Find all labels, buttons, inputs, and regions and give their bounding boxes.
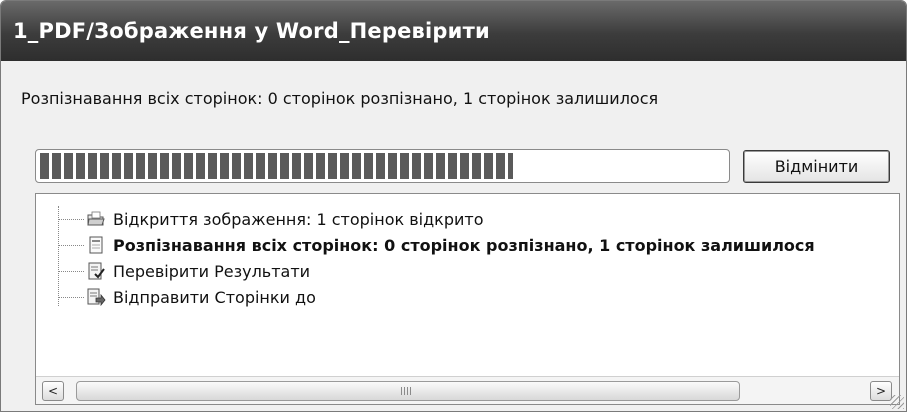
page-icon [86,235,106,255]
log-item-label: Розпізнавання всіх сторінок: 0 сторінок … [113,235,815,255]
progress-bar [35,149,730,183]
progress-bar-fill [40,153,513,179]
task-log-tree[interactable]: Відкриття зображення: 1 сторінок відкрит… [35,193,900,405]
open-folder-icon [86,209,106,229]
dialog-body: Розпізнавання всіх сторінок: 0 сторінок … [1,61,906,411]
scroll-right-button[interactable]: > [870,381,892,401]
log-item-verify[interactable]: Перевірити Результати [58,258,310,284]
tree-branch [58,244,84,246]
scrollbar-thumb[interactable] [76,381,740,401]
grip-icon [401,387,411,395]
tree-branch [58,270,84,272]
log-item-open[interactable]: Відкриття зображення: 1 сторінок відкрит… [58,206,484,232]
check-document-icon [86,261,106,281]
horizontal-scrollbar[interactable]: < > [36,376,899,404]
log-item-label: Перевірити Результати [113,261,311,281]
window-title: 1_PDF/Зображення у Word_Перевірити [1,1,906,61]
log-item-send[interactable]: Відправити Сторінки до [58,284,316,310]
progress-dialog: 1_PDF/Зображення у Word_Перевірити Розпі… [0,0,907,412]
scroll-left-button[interactable]: < [42,381,64,401]
log-item-label: Відправити Сторінки до [113,287,316,307]
cancel-button[interactable]: Відмінити [743,150,890,183]
log-item-label: Відкриття зображення: 1 сторінок відкрит… [113,209,484,229]
resize-grip-icon[interactable] [890,395,904,409]
tree-branch [58,296,84,298]
status-text: Розпізнавання всіх сторінок: 0 сторінок … [21,89,659,108]
send-document-icon [86,287,106,307]
tree-branch [58,218,84,220]
log-item-recognize[interactable]: Розпізнавання всіх сторінок: 0 сторінок … [58,232,815,258]
